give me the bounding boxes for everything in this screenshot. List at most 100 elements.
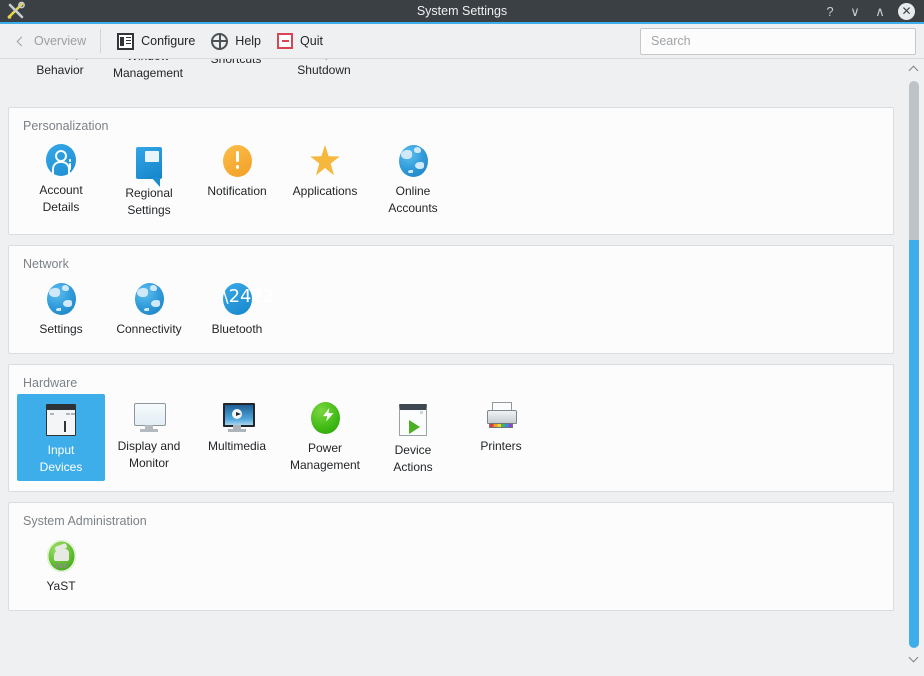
category-title-hardware: Hardware: [23, 376, 78, 390]
quit-label: Quit: [300, 34, 323, 48]
category-card-top-partial: DesktopBehavior WindowManagement Shortcuts…: [8, 59, 894, 97]
module-tile-settings[interactable]: Settings: [17, 275, 105, 343]
module-tile-input-devices[interactable]: Input Devices: [17, 394, 105, 481]
titlebar: System Settings ? ∨ ∧ ✕: [0, 0, 924, 24]
module-tile-desktop-behavior[interactable]: DesktopBehavior: [16, 59, 104, 87]
printers-icon: [485, 400, 517, 432]
power-management-icon: [310, 402, 340, 434]
module-tile-online-accounts[interactable]: Online Accounts: [369, 137, 457, 224]
category-card-system-administration: System Administration YaST: [8, 502, 894, 611]
module-tile-device-actions[interactable]: Device Actions: [369, 394, 457, 481]
main-toolbar: Overview Configure Help Quit: [0, 24, 924, 59]
search-field[interactable]: [640, 27, 916, 55]
module-tile-printers[interactable]: Printers: [457, 394, 545, 481]
module-label: Online Accounts: [388, 184, 438, 215]
module-grid: Settings Connectivity Bluetooth: [15, 275, 887, 343]
module-tile-regional-settings[interactable]: Regional Settings: [105, 137, 193, 224]
device-actions-icon: [399, 404, 427, 436]
account-details-icon-detail: [68, 159, 71, 170]
window-controls: ? ∨ ∧ ✕: [823, 2, 924, 20]
printers-icon-detail: [489, 423, 513, 428]
category-card-hardware: Hardware Input Devices Display and Monitor Mu…: [8, 364, 894, 492]
regional-settings-icon: [136, 147, 162, 187]
search-input[interactable]: [649, 33, 907, 49]
category-card-personalization: Personalization Account Details Regional Set…: [8, 107, 894, 235]
module-grid: Input Devices Display and Monitor Multimedia…: [15, 394, 887, 481]
module-label: DesktopBehavior: [36, 59, 84, 77]
network-settings-globe-icon: [46, 283, 76, 315]
multimedia-icon: [221, 400, 255, 432]
module-tile-display-and-monitor[interactable]: Display and Monitor: [105, 394, 193, 481]
module-tile-multimedia[interactable]: Multimedia: [193, 394, 281, 481]
maximize-button[interactable]: ∧: [873, 5, 887, 18]
module-label: Account Details: [39, 183, 83, 214]
module-label: Regional Settings: [125, 186, 173, 217]
module-tile-shortcuts[interactable]: Shortcuts: [192, 59, 280, 87]
quit-button[interactable]: Quit: [269, 28, 331, 55]
online-accounts-globe-icon: [398, 145, 428, 177]
module-label: Shortcuts: [210, 59, 262, 66]
scrollbar-handle[interactable]: [908, 239, 919, 648]
overview-button[interactable]: Overview: [10, 28, 94, 55]
category-title-network: Network: [23, 257, 69, 271]
module-tile-notification[interactable]: Notification: [193, 137, 281, 224]
bluetooth-icon: [222, 283, 252, 315]
vertical-scrollbar[interactable]: [902, 59, 924, 670]
content-area: DesktopBehavior WindowManagement Shortcuts…: [0, 59, 924, 670]
module-label: Notification: [207, 184, 267, 198]
chevron-left-icon: [16, 36, 27, 46]
module-label: YaST: [46, 579, 76, 593]
overview-label: Overview: [34, 34, 87, 48]
input-devices-icon: [46, 404, 76, 436]
module-grid: Account Details Regional Settings Notificati…: [15, 137, 887, 224]
scrollbar-groove[interactable]: [908, 81, 919, 648]
account-details-icon: [46, 144, 76, 176]
category-title-system-administration: System Administration: [23, 514, 147, 528]
modules-scroll-view: DesktopBehavior WindowManagement Shortcuts…: [0, 59, 902, 670]
module-tile-power-management[interactable]: Power Management: [281, 394, 369, 481]
module-label: Bluetooth: [211, 322, 263, 336]
yast-icon-detail: [55, 563, 58, 568]
window-title: System Settings: [416, 4, 508, 18]
module-grid: YaST: [15, 532, 887, 600]
module-tile-search[interactable]: Search: [368, 59, 456, 87]
quit-icon: [277, 33, 294, 49]
close-button[interactable]: ✕: [898, 2, 915, 20]
module-label: WindowManagement: [112, 59, 184, 80]
configure-icon: [117, 32, 135, 50]
window-bottom-edge: [0, 670, 924, 676]
module-tile-applications[interactable]: Applications: [281, 137, 369, 224]
module-tile-yast[interactable]: YaST: [17, 532, 105, 600]
module-tile-bluetooth[interactable]: Bluetooth: [193, 275, 281, 343]
module-tile-window-management[interactable]: WindowManagement: [104, 59, 192, 87]
module-label: Connectivity: [116, 322, 182, 336]
module-label: Applications: [292, 184, 358, 198]
titlebar-help-button[interactable]: ?: [823, 5, 837, 18]
configure-button[interactable]: Configure: [109, 28, 203, 55]
system-settings-window: System Settings ? ∨ ∧ ✕ Overview Configu…: [0, 0, 924, 676]
multimedia-icon-detail: [232, 409, 242, 419]
category-title-personalization: Personalization: [23, 119, 109, 133]
scroll-up-arrow[interactable]: [907, 63, 921, 77]
module-label: Settings: [39, 322, 83, 336]
scroll-down-arrow[interactable]: [907, 652, 921, 666]
notification-icon: [222, 145, 252, 177]
module-tile-account-details[interactable]: Account Details: [17, 137, 105, 224]
scrollbar-track-above[interactable]: [908, 81, 919, 240]
applications-star-icon: [310, 145, 340, 176]
minimize-button[interactable]: ∨: [848, 5, 862, 18]
module-tile-connectivity[interactable]: Connectivity: [105, 275, 193, 343]
display-monitor-icon: [133, 400, 166, 432]
help-label: Help: [235, 34, 262, 48]
module-label: Startup andShutdown: [293, 59, 355, 77]
module-label: Search: [393, 59, 431, 64]
connectivity-globe-icon: [134, 283, 164, 315]
sections-host: DesktopBehavior WindowManagement Shortcuts…: [8, 59, 894, 611]
module-label: Printers: [480, 439, 522, 453]
help-icon: [211, 32, 229, 50]
module-tile-startup-and-shutdown[interactable]: Startup andShutdown: [280, 59, 368, 87]
help-button[interactable]: Help: [203, 28, 269, 55]
module-label: Input Devices: [39, 443, 83, 474]
module-grid: DesktopBehavior WindowManagement Shortcuts…: [14, 59, 888, 87]
yast-icon: [46, 540, 76, 572]
